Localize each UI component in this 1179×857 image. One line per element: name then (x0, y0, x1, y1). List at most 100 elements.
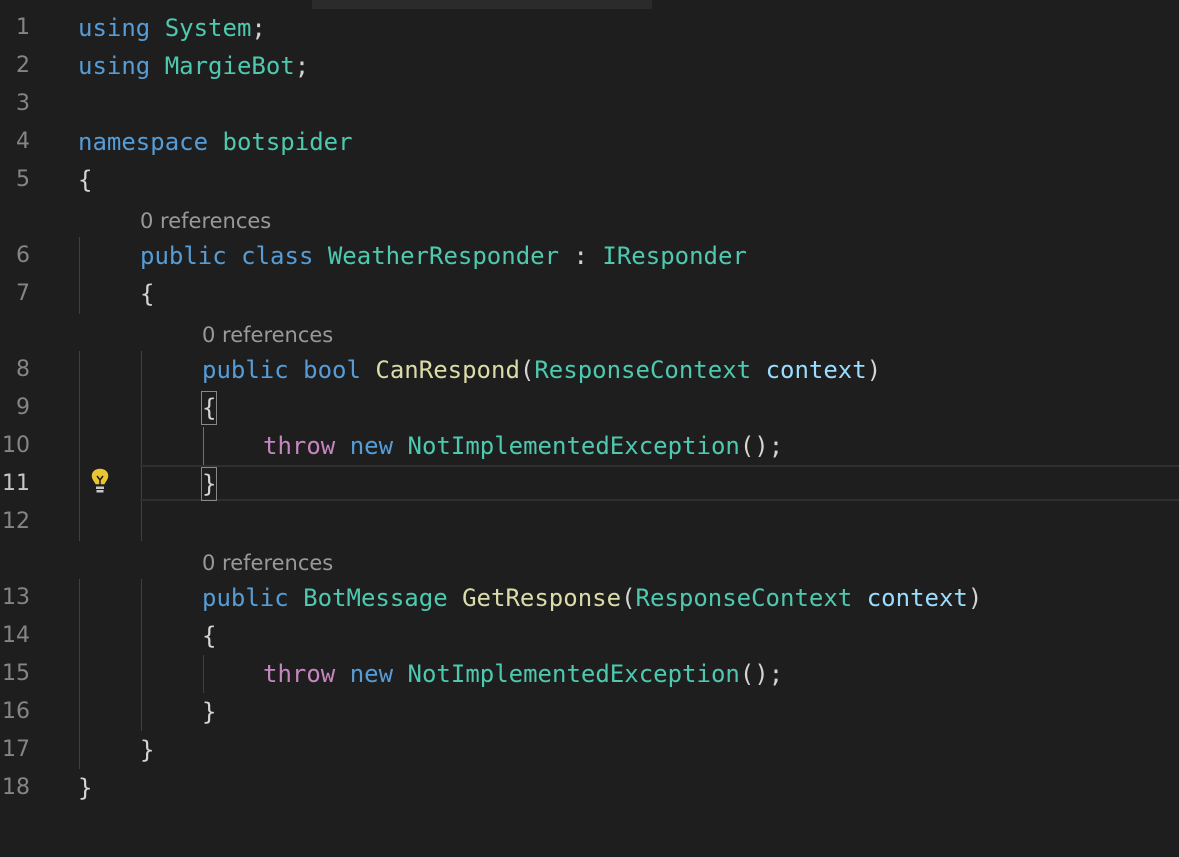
brace-token: { (78, 166, 93, 194)
code-text[interactable]: public class WeatherResponder : IRespond… (140, 237, 747, 275)
brace-token: } (202, 470, 217, 498)
brace-token: { (202, 394, 217, 422)
class-name-token: WeatherResponder (327, 242, 560, 270)
scroll-shadow (312, 0, 652, 9)
punctuation-token: (); (739, 432, 784, 460)
line-number: 14 (2, 623, 30, 648)
line-number: 12 (2, 509, 30, 534)
punctuation-token: ( (621, 584, 636, 612)
control-keyword-token: throw (263, 432, 336, 460)
code-line[interactable]: 17 } (0, 731, 1179, 769)
code-text[interactable]: } (140, 731, 154, 769)
punctuation-token: ( (519, 356, 535, 384)
method-name-token: CanRespond (375, 356, 520, 384)
keyword-token: namespace (78, 128, 209, 156)
codelens-references[interactable]: 0 references (202, 549, 333, 577)
code-line-active[interactable]: 11 } (0, 465, 1179, 503)
line-number: 9 (16, 395, 30, 420)
punctuation-token: ; (251, 14, 266, 42)
method-name-token: GetResponse (462, 584, 622, 612)
code-line[interactable]: 16 } (0, 693, 1179, 731)
line-number: 8 (16, 357, 30, 382)
brace-token: { (202, 622, 217, 650)
keyword-token: using (78, 52, 151, 80)
parameter-token: context (866, 584, 968, 612)
return-type-token: BotMessage (303, 584, 448, 612)
keyword-token: class (241, 242, 314, 270)
code-line[interactable]: 15 throw new NotImplementedException(); (0, 655, 1179, 693)
line-number: 1 (16, 15, 30, 40)
line-number: 17 (2, 737, 30, 762)
code-text[interactable]: namespace botspider (78, 123, 353, 161)
exception-type-token: NotImplementedException (407, 660, 740, 688)
code-line[interactable]: 7 { (0, 275, 1179, 313)
line-number: 7 (16, 281, 30, 306)
code-editor[interactable]: 1 using System; 2 using MargieBot; 3 4 n… (0, 0, 1179, 857)
punctuation-token: ) (866, 356, 882, 384)
code-text[interactable]: } (202, 693, 216, 731)
code-line[interactable]: 14 { (0, 617, 1179, 655)
code-line[interactable]: 9 { (0, 389, 1179, 427)
keyword-token: public (140, 242, 227, 270)
keyword-token: using (78, 14, 151, 42)
keyword-token: public (202, 584, 289, 612)
code-text[interactable]: throw new NotImplementedException(); (263, 427, 783, 465)
line-number: 2 (16, 53, 30, 78)
code-line[interactable]: 13 public BotMessage GetResponse(Respons… (0, 579, 1179, 617)
codelens-references[interactable]: 0 references (140, 207, 271, 235)
exception-type-token: NotImplementedException (407, 432, 740, 460)
code-line[interactable]: 4 namespace botspider (0, 123, 1179, 161)
code-line[interactable]: 6 public class WeatherResponder : IRespo… (0, 237, 1179, 275)
code-line[interactable]: 3 (0, 85, 1179, 123)
line-number: 5 (16, 167, 30, 192)
code-text[interactable]: } (78, 769, 92, 807)
code-text[interactable]: { (78, 161, 92, 199)
brace-token: } (202, 698, 217, 726)
code-text[interactable]: { (202, 617, 216, 655)
code-line[interactable]: 8 public bool CanRespond(ResponseContext… (0, 351, 1179, 389)
code-line[interactable]: 10 throw new NotImplementedException(); (0, 427, 1179, 465)
keyword-token: new (349, 432, 394, 460)
line-number: 10 (2, 433, 30, 458)
line-number: 3 (16, 91, 30, 116)
code-text[interactable]: using MargieBot; (78, 47, 309, 85)
control-keyword-token: throw (263, 660, 336, 688)
codelens-references[interactable]: 0 references (202, 321, 333, 349)
type-keyword-token: bool (303, 356, 361, 384)
punctuation-token: : (559, 242, 603, 270)
namespace-token: System (164, 14, 252, 42)
code-text[interactable]: { (140, 275, 154, 313)
parameter-token: context (765, 356, 867, 384)
line-number: 13 (2, 585, 30, 610)
namespace-token: MargieBot (164, 52, 295, 80)
punctuation-token: ; (294, 52, 310, 80)
brace-token: } (78, 774, 93, 802)
line-number: 4 (16, 129, 30, 154)
code-text[interactable]: { (202, 389, 216, 427)
code-text[interactable]: throw new NotImplementedException(); (263, 655, 783, 693)
brace-token: { (140, 280, 155, 308)
parameter-type-token: ResponseContext (534, 356, 752, 384)
code-line[interactable]: 12 (0, 503, 1179, 541)
code-text[interactable]: public BotMessage GetResponse(ResponseCo… (202, 579, 982, 617)
code-text[interactable]: public bool CanRespond(ResponseContext c… (202, 351, 881, 389)
brace-token: } (140, 736, 155, 764)
line-number: 18 (2, 775, 30, 800)
parameter-type-token: ResponseContext (635, 584, 853, 612)
keyword-token: new (349, 660, 394, 688)
code-text[interactable]: using System; (78, 9, 266, 47)
code-line[interactable]: 2 using MargieBot; (0, 47, 1179, 85)
punctuation-token: ) (967, 584, 983, 612)
line-number: 16 (2, 699, 30, 724)
code-line[interactable]: 1 using System; (0, 9, 1179, 47)
namespace-token: botspider (222, 128, 353, 156)
line-number-active: 11 (2, 471, 30, 496)
interface-token: IResponder (602, 242, 747, 270)
code-text[interactable]: } (202, 465, 216, 503)
code-line[interactable]: 5 { (0, 161, 1179, 199)
punctuation-token: (); (739, 660, 784, 688)
line-number: 6 (16, 243, 30, 268)
line-number: 15 (2, 661, 30, 686)
keyword-token: public (202, 356, 289, 384)
code-line[interactable]: 18 } (0, 769, 1179, 807)
